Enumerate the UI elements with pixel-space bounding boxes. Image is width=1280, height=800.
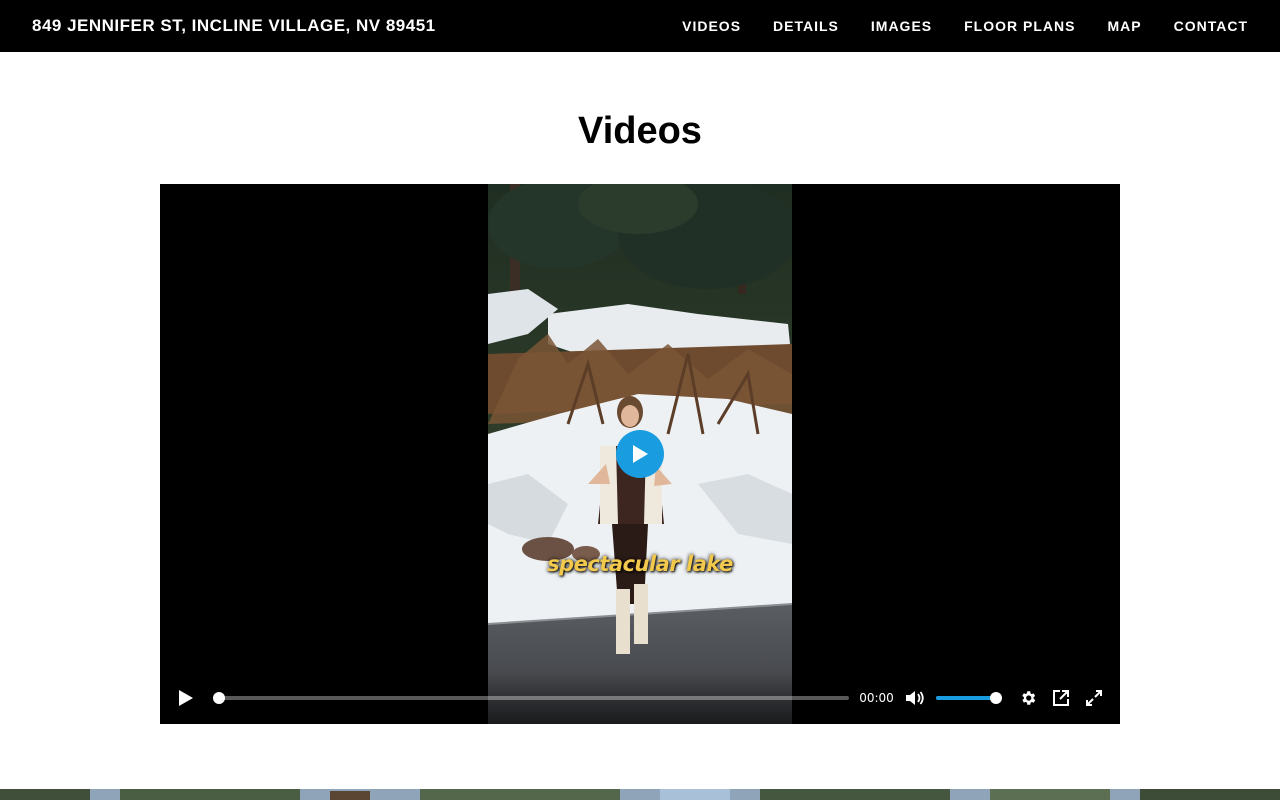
video-caption-overlay: spectacular lake — [547, 552, 733, 576]
big-play-icon — [633, 445, 648, 463]
progress-thumb[interactable] — [213, 692, 226, 704]
popout-icon — [1053, 690, 1070, 706]
mute-button[interactable] — [903, 686, 926, 710]
play-button[interactable] — [174, 686, 197, 710]
site-header: 849 JENNIFER ST, INCLINE VILLAGE, NV 894… — [0, 0, 1280, 52]
current-time: 00:00 — [859, 691, 894, 705]
nav-images[interactable]: IMAGES — [871, 18, 932, 34]
site-title[interactable]: 849 JENNIFER ST, INCLINE VILLAGE, NV 894… — [32, 16, 436, 36]
nav-contact[interactable]: CONTACT — [1174, 18, 1248, 34]
nav-details[interactable]: DETAILS — [773, 18, 839, 34]
nav-videos[interactable]: VIDEOS — [682, 18, 741, 34]
settings-button[interactable] — [1016, 686, 1039, 710]
progress-bar[interactable] — [213, 692, 850, 704]
nav-map[interactable]: MAP — [1107, 18, 1141, 34]
nav-floor-plans[interactable]: FLOOR PLANS — [964, 18, 1075, 34]
videos-section-title: Videos — [578, 110, 702, 152]
main-nav: VIDEOS DETAILS IMAGES FLOOR PLANS MAP CO… — [682, 18, 1248, 34]
player-controls: 00:00 — [160, 672, 1120, 724]
big-play-button[interactable] — [616, 430, 664, 478]
play-icon — [178, 690, 193, 706]
fullscreen-button[interactable] — [1083, 686, 1106, 710]
volume-fill — [936, 696, 997, 700]
volume-slider[interactable] — [936, 692, 1003, 704]
volume-thumb[interactable] — [990, 692, 1003, 704]
video-player[interactable]: spectacular lake 00:00 — [160, 184, 1120, 724]
section-hero-photo — [0, 788, 1280, 800]
settings-icon — [1022, 691, 1036, 705]
volume-icon — [905, 691, 924, 705]
popout-button[interactable] — [1050, 686, 1073, 710]
fullscreen-icon — [1086, 690, 1103, 706]
